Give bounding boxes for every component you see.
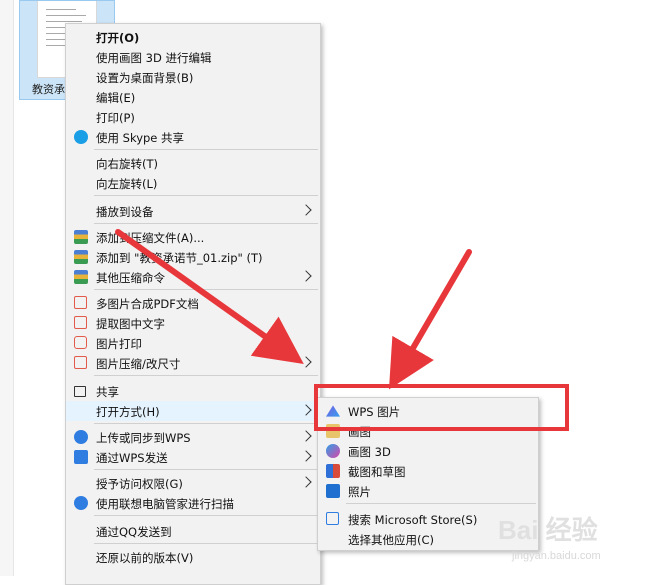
annotation-arrows [115,229,472,390]
baidu-jingyan-watermark: Bai 经验 [498,515,598,545]
annotation-arrow-2 [388,249,472,390]
annotation-arrow-1 [115,229,304,364]
watermark-url: jingyan.baidu.com [512,550,601,562]
